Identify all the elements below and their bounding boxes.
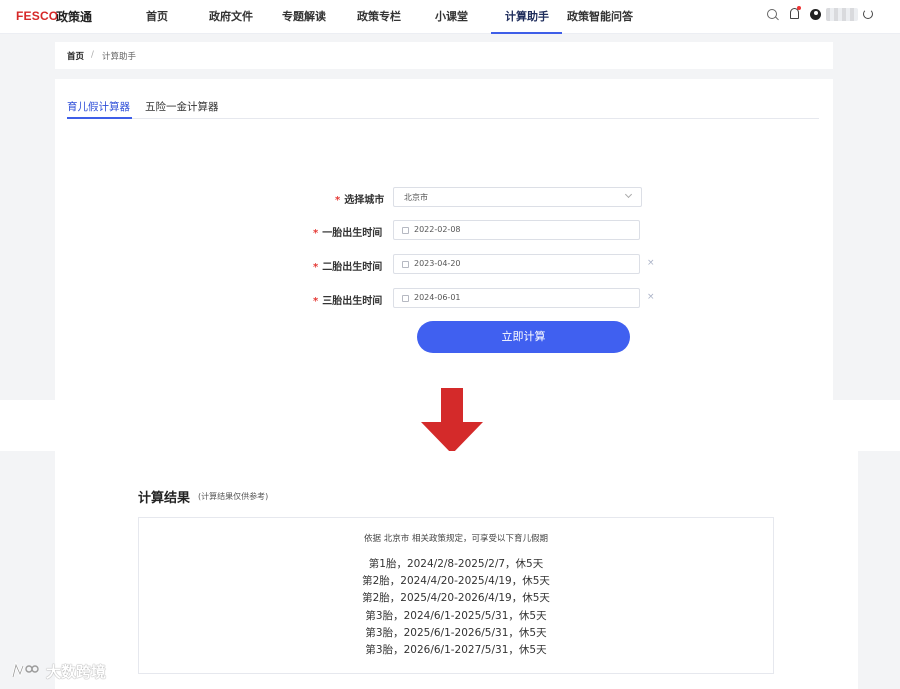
bell-icon[interactable] (790, 6, 801, 19)
result-panel: 计算结果 (计算结果仅供参考) 依据 北京市 相关政策规定，可享受以下育儿假期 … (55, 451, 858, 689)
arrow-down-icon (421, 388, 483, 454)
tab-childcare-leave-calculator[interactable]: 育儿假计算器 (67, 99, 130, 114)
nav-item-topic-interpretation[interactable]: 专题解读 (282, 8, 326, 24)
third-birth-date-input[interactable]: 2024-06-01 (393, 288, 640, 308)
chevron-down-icon (624, 190, 633, 199)
calendar-icon (402, 261, 409, 268)
first-birth-date-input[interactable]: 2022-02-08 (393, 220, 640, 240)
nav-item-policy-column[interactable]: 政策专栏 (357, 8, 401, 24)
city-label: * 选择城市 (335, 195, 385, 206)
nav-item-government-documents[interactable]: 政府文件 (209, 8, 253, 24)
tab-divider (67, 118, 819, 119)
top-navigation: FESCO 政策通 首页 政府文件 专题解读 政策专栏 小课堂 计算助手 政策智… (0, 0, 900, 34)
result-line: 第2胎，2024/4/20-2025/4/19，休5天 (362, 575, 550, 587)
power-icon[interactable] (863, 9, 873, 19)
nav-item-home[interactable]: 首页 (146, 8, 168, 24)
watermark: 大数跨境 (10, 660, 120, 682)
first-birth-label: * 一胎出生时间 (313, 228, 383, 239)
fesco-logo[interactable]: FESCO (16, 9, 58, 23)
result-intro: 依据 北京市 相关政策规定，可享受以下育儿假期 (364, 534, 548, 544)
calculate-button[interactable]: 立即计算 (417, 321, 630, 353)
tab-social-insurance-calculator[interactable]: 五险一金计算器 (145, 99, 219, 114)
city-select[interactable]: 北京市 (393, 187, 642, 207)
breadcrumb-home[interactable]: 首页 (67, 50, 84, 62)
calculator-card: 育儿假计算器 五险一金计算器 * 选择城市 北京市 * 一胎出生时间 2022-02… (55, 79, 833, 400)
first-birth-date-value: 2022-02-08 (414, 225, 461, 234)
search-icon[interactable] (767, 9, 777, 19)
second-birth-date-input[interactable]: 2023-04-20 (393, 254, 640, 274)
city-select-value: 北京市 (404, 193, 428, 202)
result-line: 第3胎，2026/6/1-2027/5/31，休5天 (365, 644, 547, 656)
third-birth-clear-button[interactable]: × (647, 292, 655, 302)
username-blurred[interactable] (826, 8, 858, 21)
breadcrumb-current: 计算助手 (102, 52, 137, 62)
breadcrumb: 首页 / 计算助手 (55, 42, 833, 69)
nav-item-smart-qa[interactable]: 政策智能问答 (567, 8, 633, 24)
result-title: 计算结果 (138, 491, 191, 506)
result-line: 第1胎，2024/2/8-2025/2/7，休5天 (368, 558, 544, 570)
second-birth-clear-button[interactable]: × (647, 258, 655, 268)
second-birth-label: * 二胎出生时间 (313, 262, 383, 273)
calendar-icon (402, 295, 409, 302)
result-box: 依据 北京市 相关政策规定，可享受以下育儿假期 第1胎，2024/2/8-202… (138, 517, 774, 674)
user-icon[interactable] (810, 9, 821, 20)
nav-item-mini-class[interactable]: 小课堂 (435, 8, 468, 24)
nav-active-indicator (491, 32, 562, 34)
nav-item-calculator[interactable]: 计算助手 (505, 8, 549, 24)
tab-active-indicator (67, 117, 132, 119)
watermark-logo-icon (11, 662, 39, 678)
result-line: 第3胎，2025/6/1-2026/5/31，休5天 (365, 627, 547, 639)
result-line: 第3胎，2024/6/1-2025/5/31，休5天 (365, 610, 547, 622)
calendar-icon (402, 227, 409, 234)
result-line: 第2胎，2025/4/20-2026/4/19，休5天 (362, 592, 550, 604)
second-birth-date-value: 2023-04-20 (414, 259, 461, 268)
product-name: 政策通 (56, 10, 93, 24)
watermark-text: 大数跨境 (46, 663, 107, 681)
breadcrumb-separator: / (91, 50, 94, 60)
third-birth-date-value: 2024-06-01 (414, 293, 461, 302)
result-note: (计算结果仅供参考) (198, 492, 269, 501)
third-birth-label: * 三胎出生时间 (313, 296, 383, 307)
